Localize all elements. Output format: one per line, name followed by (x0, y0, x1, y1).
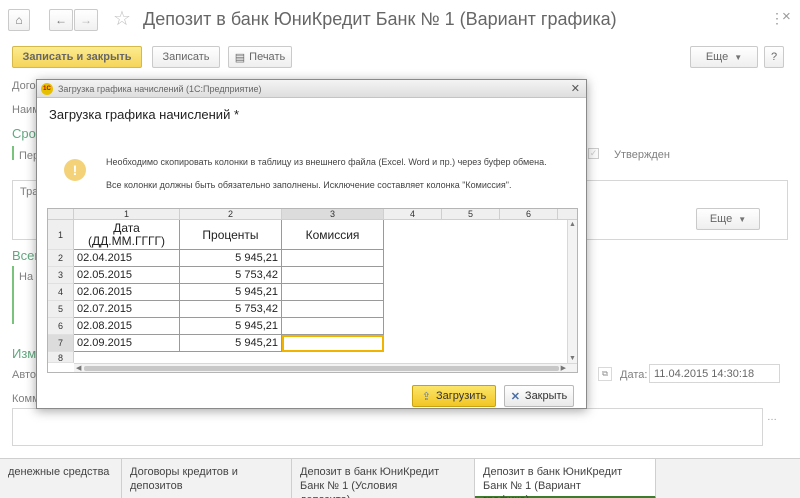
interest-column-header[interactable]: Проценты (180, 220, 282, 250)
date-cell[interactable]: 02.08.2015 (74, 318, 180, 335)
info-icon: ! (64, 159, 86, 181)
commission-cell[interactable] (282, 284, 384, 301)
date-cell[interactable]: 02.06.2015 (74, 284, 180, 301)
amount-cell[interactable]: 5 945,21 (180, 284, 282, 301)
taskbar-tab-contracts[interactable]: Договоры кредитов и депозитов (122, 459, 292, 498)
row-header[interactable]: 3 (48, 267, 74, 284)
row-header[interactable]: 8 (48, 352, 74, 363)
close-dialog-button[interactable]: ✕ Закрыть (504, 385, 574, 407)
1c-logo-icon: 1С (41, 82, 53, 95)
scroll-up-icon[interactable]: ▲ (569, 221, 576, 228)
sheet-corner[interactable] (48, 209, 74, 220)
commission-cell[interactable] (282, 318, 384, 335)
date-cell[interactable]: 02.05.2015 (74, 267, 180, 284)
load-schedule-dialog: 1С Загрузка графика начислений (1С:Предп… (36, 79, 587, 409)
date-cell[interactable]: 02.04.2015 (74, 250, 180, 267)
taskbar-tab-label: Депозит в банк ЮниКредит Банк № 1 (Услов… (300, 466, 440, 498)
taskbar-tab-money[interactable]: денежные средства (0, 459, 122, 498)
row-header[interactable]: 5 (48, 301, 74, 318)
row-header[interactable]: 1 (48, 220, 74, 250)
load-button[interactable]: ⇪ Загрузить (412, 385, 496, 407)
column-header[interactable]: 5 (442, 209, 500, 220)
dialog-close-icon[interactable]: ✕ (571, 82, 580, 95)
column-header[interactable] (558, 209, 577, 220)
amount-cell[interactable]: 5 753,42 (180, 301, 282, 318)
row-header[interactable]: 2 (48, 250, 74, 267)
taskbar-tab-label: Депозит в банк ЮниКредит Банк № 1 (Вариа… (483, 466, 623, 498)
dialog-window-title: Загрузка графика начислений (1С:Предприя… (58, 83, 262, 94)
scroll-left-icon[interactable]: ◀ (76, 364, 81, 372)
date-header-text: Дата (ДД.ММ.ГГГГ) (88, 221, 165, 248)
spreadsheet[interactable]: 1 2 3 4 5 6 1 Дата (ДД.ММ.ГГГГ) Проценты… (47, 208, 578, 373)
column-header[interactable]: 1 (74, 209, 180, 220)
amount-cell[interactable]: 5 945,21 (180, 335, 282, 352)
row-header[interactable]: 6 (48, 318, 74, 335)
taskbar-tab-deposit-terms[interactable]: Депозит в банк ЮниКредит Банк № 1 (Услов… (292, 459, 475, 498)
commission-cell[interactable] (282, 267, 384, 284)
commission-cell[interactable] (282, 250, 384, 267)
row-header[interactable]: 4 (48, 284, 74, 301)
row-header[interactable]: 7 (48, 335, 74, 352)
info-text-line1: Необходимо скопировать колонки в таблицу… (106, 157, 547, 167)
dialog-heading: Загрузка графика начислений * (49, 107, 240, 122)
column-header[interactable]: 3 (282, 209, 384, 220)
taskbar-tab-schedule-variant[interactable]: Депозит в банк ЮниКредит Банк № 1 (Вариа… (475, 459, 656, 498)
column-header[interactable]: 6 (500, 209, 558, 220)
taskbar-tab-label: Договоры кредитов и депозитов (130, 466, 238, 492)
amount-cell[interactable]: 5 945,21 (180, 250, 282, 267)
column-header[interactable]: 4 (384, 209, 442, 220)
close-label: Закрыть (524, 390, 568, 402)
scroll-right-icon[interactable]: ▶ (561, 364, 566, 372)
active-commission-cell[interactable] (282, 335, 384, 352)
dialog-titlebar: 1С Загрузка графика начислений (1С:Предп… (37, 80, 586, 98)
date-cell[interactable]: 02.09.2015 (74, 335, 180, 352)
load-label: Загрузить (435, 390, 487, 402)
commission-column-header[interactable]: Комиссия (282, 220, 384, 250)
taskbar-tab-label: денежные средства (8, 466, 110, 478)
open-windows-bar: денежные средства Договоры кредитов и де… (0, 458, 800, 498)
date-cell[interactable]: 02.07.2015 (74, 301, 180, 318)
amount-cell[interactable]: 5 945,21 (180, 318, 282, 335)
scrollbar-thumb[interactable] (84, 366, 559, 371)
amount-cell[interactable]: 5 753,42 (180, 267, 282, 284)
vertical-scrollbar[interactable]: ▲ ▼ (567, 220, 577, 363)
date-column-header[interactable]: Дата (ДД.ММ.ГГГГ) (74, 220, 180, 250)
column-header[interactable]: 2 (180, 209, 282, 220)
close-x-icon: ✕ (510, 390, 520, 403)
commission-cell[interactable] (282, 301, 384, 318)
upload-icon: ⇪ (421, 390, 431, 403)
horizontal-scrollbar[interactable]: ◀ ▶ (74, 363, 577, 372)
scroll-down-icon[interactable]: ▼ (569, 355, 576, 362)
info-text-line2: Все колонки должны быть обязательно запо… (106, 180, 512, 190)
